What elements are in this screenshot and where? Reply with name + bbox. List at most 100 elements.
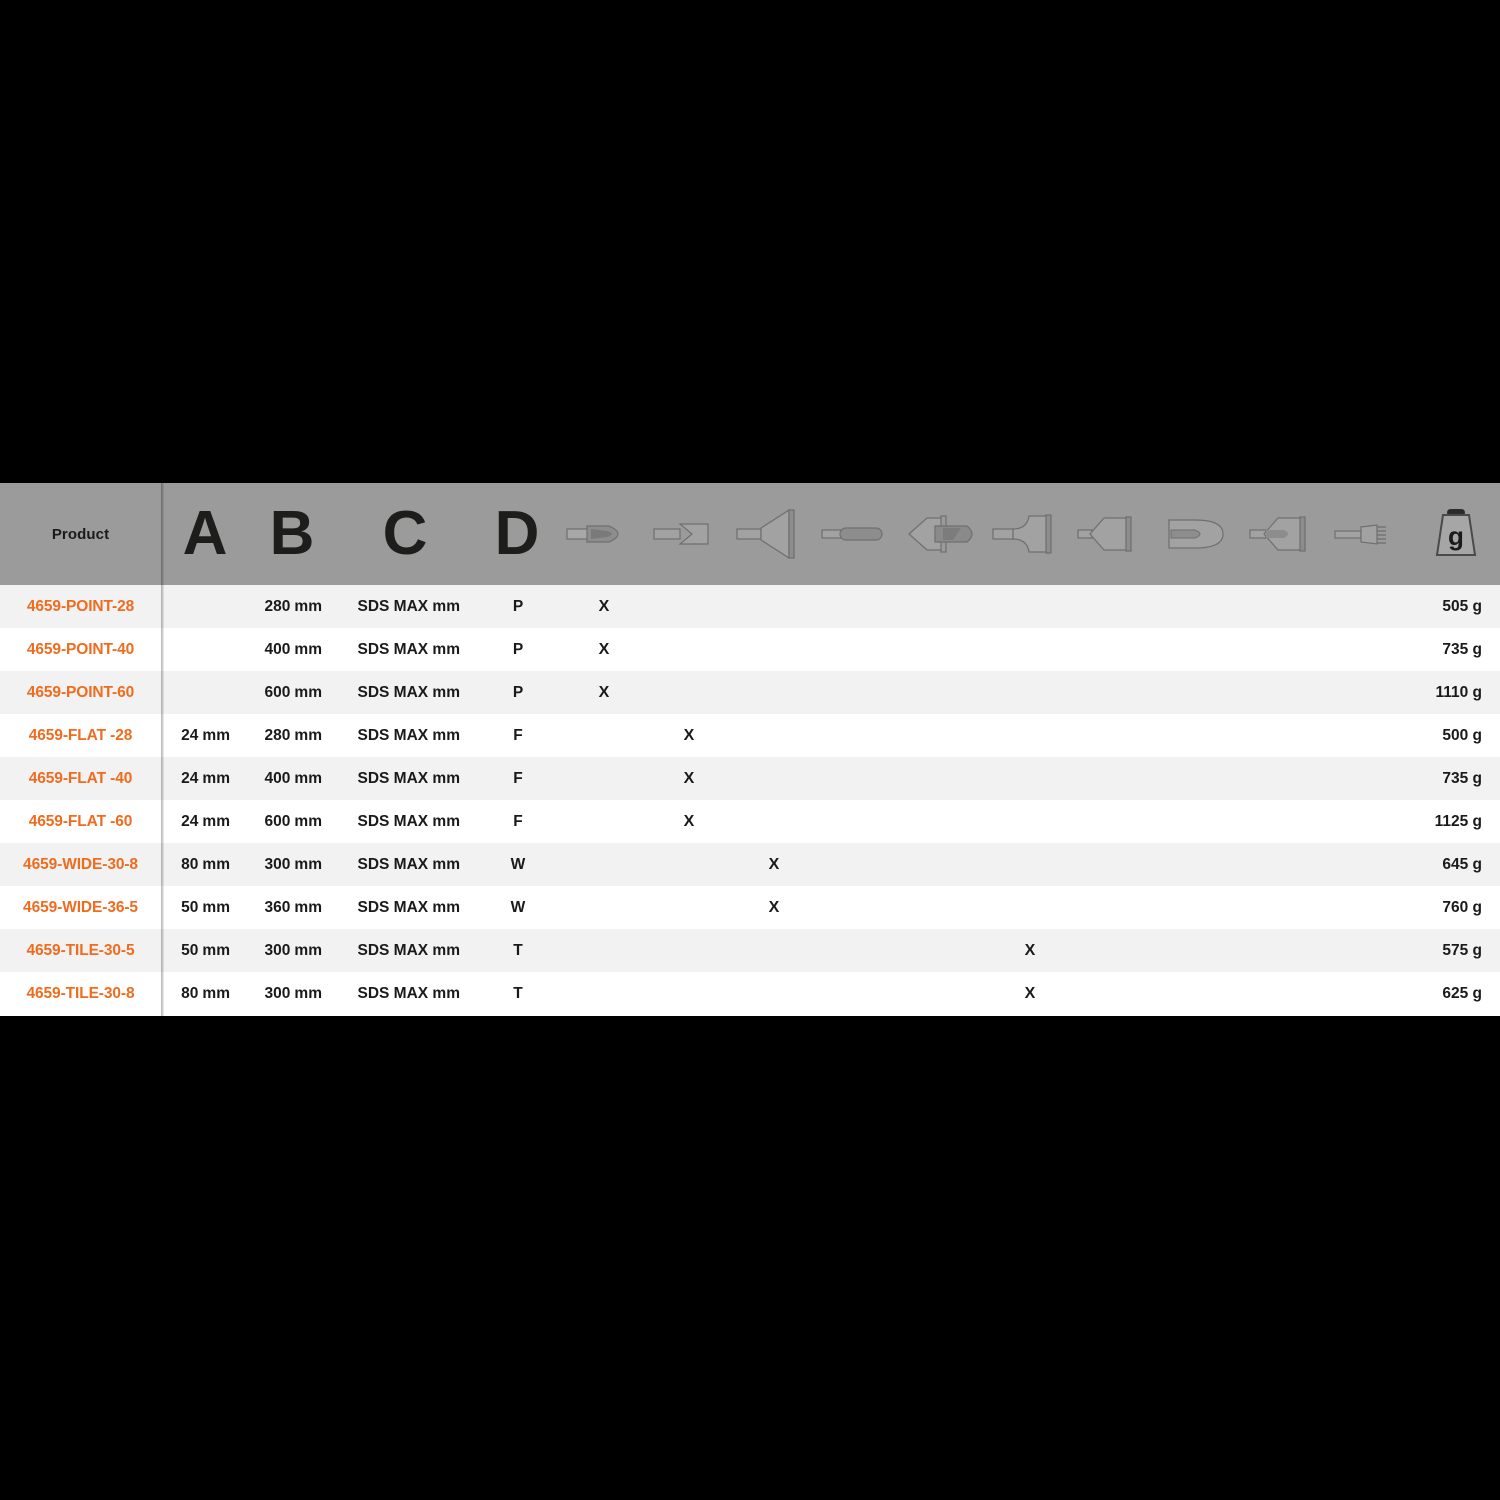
- header-cell-d: D: [487, 483, 547, 585]
- unit-b: mm: [294, 640, 322, 658]
- unit-b: mm: [294, 984, 322, 1002]
- unit-b: mm: [294, 769, 322, 787]
- header-icon-cell-2: [647, 483, 731, 585]
- cell-type-marker: X: [683, 769, 695, 787]
- header-cell-b: B: [262, 483, 322, 585]
- cell-weight: 735 g: [1442, 769, 1482, 787]
- value-a: 50: [181, 941, 199, 959]
- header-icon-cell-5: [902, 483, 986, 585]
- value-b: 300: [264, 984, 291, 1002]
- table-row[interactable]: 4659-POINT-40 400 mm SDS MAX mm P X 735 g: [0, 628, 1500, 671]
- value-b: 600: [264, 683, 291, 701]
- value-a: 80: [181, 855, 199, 873]
- comb-chisel-icon: [1333, 514, 1411, 554]
- cell-type-marker: X: [768, 855, 780, 873]
- unit-a: mm: [202, 984, 230, 1002]
- cell-dimension-b: 400 mm: [242, 628, 322, 671]
- cell-shank-type: SDS MAX mm: [357, 640, 461, 658]
- header-cell-a: A: [175, 483, 235, 585]
- unit-a: mm: [202, 812, 230, 830]
- cell-shank-type: SDS MAX mm: [357, 898, 461, 916]
- value-a: 24: [181, 812, 199, 830]
- cell-product: 4659-WIDE-36-5: [23, 898, 138, 916]
- header-icon-cell-10: [1330, 483, 1414, 585]
- wide-flat-chisel-icon: [991, 508, 1069, 560]
- svg-text:g: g: [1448, 521, 1464, 551]
- cell-shank-type: SDS MAX mm: [357, 855, 461, 873]
- cell-shank-type: SDS MAX mm: [357, 812, 461, 830]
- cell-type-code: W: [510, 855, 526, 873]
- cell-dimension-a: 24 mm: [160, 714, 230, 757]
- cell-dimension-b: 300 mm: [242, 929, 322, 972]
- table-row[interactable]: 4659-WIDE-30-8 80 mm 300 mm SDS MAX mm W X 645 g: [0, 843, 1500, 886]
- cell-type-code: F: [513, 726, 523, 744]
- cell-product: 4659-WIDE-30-8: [23, 855, 138, 873]
- cell-product: 4659-POINT-28: [26, 597, 135, 615]
- table-row[interactable]: 4659-POINT-60 600 mm SDS MAX mm P X 1110 g: [0, 671, 1500, 714]
- header-icon-cell-8: [1158, 483, 1242, 585]
- header-letter-d: D: [494, 499, 540, 568]
- value-a: 50: [181, 898, 199, 916]
- cell-product: 4659-POINT-40: [26, 640, 135, 658]
- cell-shank-type: SDS MAX mm: [357, 769, 461, 787]
- unit-a: mm: [202, 855, 230, 873]
- value-b: 280: [264, 726, 291, 744]
- header-icon-cell-weight: g: [1418, 483, 1494, 585]
- cell-weight: 625 g: [1442, 984, 1482, 1002]
- unit-a: mm: [202, 769, 230, 787]
- cell-type-code: T: [513, 941, 523, 959]
- value-b: 600: [264, 812, 291, 830]
- value-a: 80: [181, 984, 199, 1002]
- table-row[interactable]: 4659-TILE-30-5 50 mm 300 mm SDS MAX mm T X 575 g: [0, 929, 1500, 972]
- cell-dimension-a: [160, 628, 230, 671]
- header-product-label: Product: [51, 525, 110, 543]
- narrow-flat-chisel-icon: [820, 514, 898, 554]
- cell-shank-type: SDS MAX mm: [357, 683, 461, 701]
- table-row[interactable]: 4659-FLAT -60 24 mm 600 mm SDS MAX mm F X 1125 g: [0, 800, 1500, 843]
- value-b: 400: [264, 769, 291, 787]
- unit-b: mm: [294, 855, 322, 873]
- table-row[interactable]: 4659-POINT-28 280 mm SDS MAX mm P X 505 g: [0, 585, 1500, 628]
- value-b: 280: [264, 597, 291, 615]
- cell-product: 4659-FLAT -40: [28, 769, 133, 787]
- cell-type-marker: X: [1024, 984, 1036, 1002]
- cell-dimension-b: 600 mm: [242, 800, 322, 843]
- clay-spade-icon: [1248, 508, 1326, 560]
- cell-weight: 505 g: [1442, 597, 1482, 615]
- cell-dimension-a: 24 mm: [160, 757, 230, 800]
- unit-a: mm: [202, 898, 230, 916]
- table-row[interactable]: 4659-WIDE-36-5 50 mm 360 mm SDS MAX mm W X 760 g: [0, 886, 1500, 929]
- cell-type-marker: X: [768, 898, 780, 916]
- cell-shank-type: SDS MAX mm: [357, 984, 461, 1002]
- cell-dimension-b: 600 mm: [242, 671, 322, 714]
- spade-chisel-icon: [1161, 508, 1239, 560]
- value-a: 24: [181, 726, 199, 744]
- table-row[interactable]: 4659-FLAT -28 24 mm 280 mm SDS MAX mm F X 500 g: [0, 714, 1500, 757]
- header-letter-c: C: [382, 499, 428, 568]
- value-b: 400: [264, 640, 291, 658]
- unit-b: mm: [294, 726, 322, 744]
- cell-dimension-a: [160, 585, 230, 628]
- header-icon-cell-7: [1073, 483, 1157, 585]
- cell-product: 4659-TILE-30-5: [26, 941, 135, 959]
- unit-b: mm: [294, 812, 322, 830]
- cell-dimension-a: 80 mm: [160, 972, 230, 1015]
- table-body: 4659-POINT-28 280 mm SDS MAX mm P X 505 g 4659-…: [0, 585, 1500, 1015]
- cell-weight: 500 g: [1442, 726, 1482, 744]
- unit-b: mm: [294, 597, 322, 615]
- weight-icon: g: [1425, 503, 1487, 565]
- flat-chisel-icon: [650, 514, 728, 554]
- cell-weight: 760 g: [1442, 898, 1482, 916]
- table-row[interactable]: 4659-FLAT -40 24 mm 400 mm SDS MAX mm F X 735 g: [0, 757, 1500, 800]
- cell-dimension-b: 360 mm: [242, 886, 322, 929]
- cell-dimension-a: 80 mm: [160, 843, 230, 886]
- header-icon-cell-4: [817, 483, 901, 585]
- header-icon-cell-3: [732, 483, 816, 585]
- cell-dimension-a: 50 mm: [160, 886, 230, 929]
- unit-b: mm: [294, 898, 322, 916]
- table-row[interactable]: 4659-TILE-30-8 80 mm 300 mm SDS MAX mm T X 625 g: [0, 972, 1500, 1015]
- cell-type-marker: X: [683, 726, 695, 744]
- cell-type-code: W: [510, 898, 526, 916]
- cell-type-marker: X: [1024, 941, 1036, 959]
- cell-type-marker: X: [683, 812, 695, 830]
